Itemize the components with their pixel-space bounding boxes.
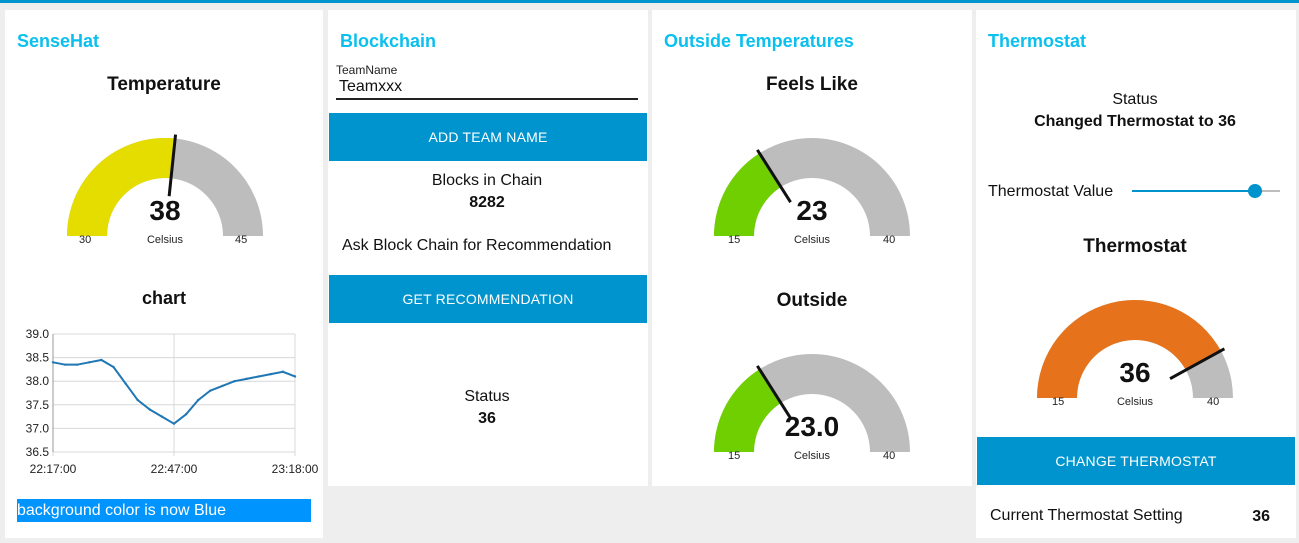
teamname-input[interactable] [336, 76, 638, 100]
get-recommendation-button[interactable]: GET RECOMMENDATION [329, 275, 647, 323]
chart-data-point [269, 372, 272, 376]
chart-y-tick-label: 38.0 [26, 374, 50, 388]
add-team-name-button[interactable]: ADD TEAM NAME [329, 113, 647, 161]
feels-like-gauge-unit: Celsius [793, 234, 831, 246]
temperature-gauge-max: 45 [235, 234, 248, 246]
current-thermostat-setting-value: 36 [1252, 508, 1270, 525]
thermostat-status-label: Status [1112, 91, 1158, 108]
chart-x-tick-label: 22:17:00 [30, 462, 77, 475]
temperature-gauge-min: 30 [79, 234, 92, 246]
chart-data-point [281, 370, 285, 373]
chart-y-tick-label: 37.5 [26, 398, 50, 412]
outside-temperatures-title: Outside Temperatures [664, 31, 854, 51]
chart-y-tick-label: 36.5 [26, 445, 50, 459]
chart-data-point [124, 382, 127, 385]
temperature-gauge-title: Temperature [107, 74, 221, 95]
outside-temperatures-card: Outside Temperatures Feels Like 23 Celsi… [652, 10, 972, 486]
chart-title: chart [141, 288, 186, 308]
chart-data-point [136, 398, 139, 402]
thermostat-gauge-unit: Celsius [1116, 396, 1154, 408]
chart-x-tick-label: 22:47:00 [151, 462, 198, 475]
temperature-gauge-value: 38 [149, 195, 181, 226]
temperature-gauge-unit: Celsius [146, 234, 184, 246]
chart-x-tick-label: 23:18:00 [272, 462, 319, 475]
chart-data-point [245, 377, 248, 381]
blockchain-status-label: Status [464, 388, 510, 405]
thermostat-slider-label: Thermostat Value [988, 183, 1114, 200]
chart-data-point [257, 375, 260, 378]
blockchain-title: Blockchain [340, 31, 437, 51]
outside-gauge-unit: Celsius [793, 450, 831, 462]
change-thermostat-button[interactable]: CHANGE THERMOSTAT [977, 437, 1295, 485]
outside-gauge-min: 15 [728, 450, 741, 462]
chart-data-point [76, 363, 79, 366]
chart-y-tick-label: 38.5 [26, 351, 50, 365]
chart-data-point [197, 398, 200, 402]
thermostat-gauge-title: Thermostat [1083, 236, 1187, 257]
outside-gauge-max: 40 [883, 450, 896, 462]
feels-like-gauge-value: 23 [796, 195, 828, 226]
sensehat-title: SenseHat [17, 31, 100, 51]
blocks-in-chain-label: Blocks in Chain [431, 172, 543, 189]
chart-data-point [63, 363, 67, 366]
chart-data-point [221, 384, 224, 388]
chart-data-point [112, 365, 115, 369]
chart-data-point [172, 422, 176, 425]
chart-data-point [184, 413, 188, 416]
slider-track-filled [1132, 190, 1255, 192]
thermostat-gauge-min: 15 [1052, 396, 1065, 408]
thermostat-title: Thermostat [988, 31, 1087, 51]
slider-thumb[interactable] [1247, 184, 1262, 198]
chart-data-point [148, 408, 151, 411]
thermostat-gauge-max: 40 [1207, 396, 1220, 408]
feels-like-gauge-title: Feels Like [766, 74, 858, 95]
chart-data-point [233, 380, 236, 383]
blockchain-card: Blockchain TeamName ADD TEAM NAME Blocks… [328, 10, 648, 486]
chart-data-point [209, 389, 212, 392]
chart-data-point [293, 375, 297, 378]
current-thermostat-setting-label: Current Thermostat Setting [990, 507, 1183, 524]
sensehat-card: SenseHat Temperature 38 Celsius 30 45 ch… [5, 10, 323, 538]
blockchain-status-value: 36 [478, 410, 496, 427]
thermostat-card: Thermostat Status Changed Thermostat to … [976, 10, 1296, 538]
feels-like-gauge-min: 15 [728, 234, 741, 246]
top-accent-bar [0, 0, 1299, 3]
chart-data-point [51, 361, 55, 364]
chart-data-point [100, 358, 103, 362]
teamname-label: TeamName [336, 63, 398, 77]
temperature-line-chart: 39.0 38.5 38.0 37.5 37.0 36.5 22:17:00 22:47:00… [26, 327, 319, 475]
thermostat-status-value: Changed Thermostat to 36 [1034, 113, 1236, 130]
ask-recommendation-text: Ask Block Chain for Recommendation [342, 237, 612, 254]
chart-data-point [88, 361, 91, 364]
thermostat-gauge-value: 36 [1119, 357, 1151, 388]
thermostat-slider[interactable] [1132, 182, 1280, 200]
chart-y-tick-label: 39.0 [26, 327, 50, 341]
chart-data-point [160, 415, 164, 418]
feels-like-gauge-max: 40 [883, 234, 896, 246]
background-status-text: background color is now Blue [17, 499, 311, 522]
blocks-in-chain-value: 8282 [469, 194, 505, 211]
outside-gauge-value: 23.0 [784, 411, 840, 442]
chart-y-tick-label: 37.0 [26, 421, 50, 435]
outside-gauge-title: Outside [776, 290, 848, 311]
